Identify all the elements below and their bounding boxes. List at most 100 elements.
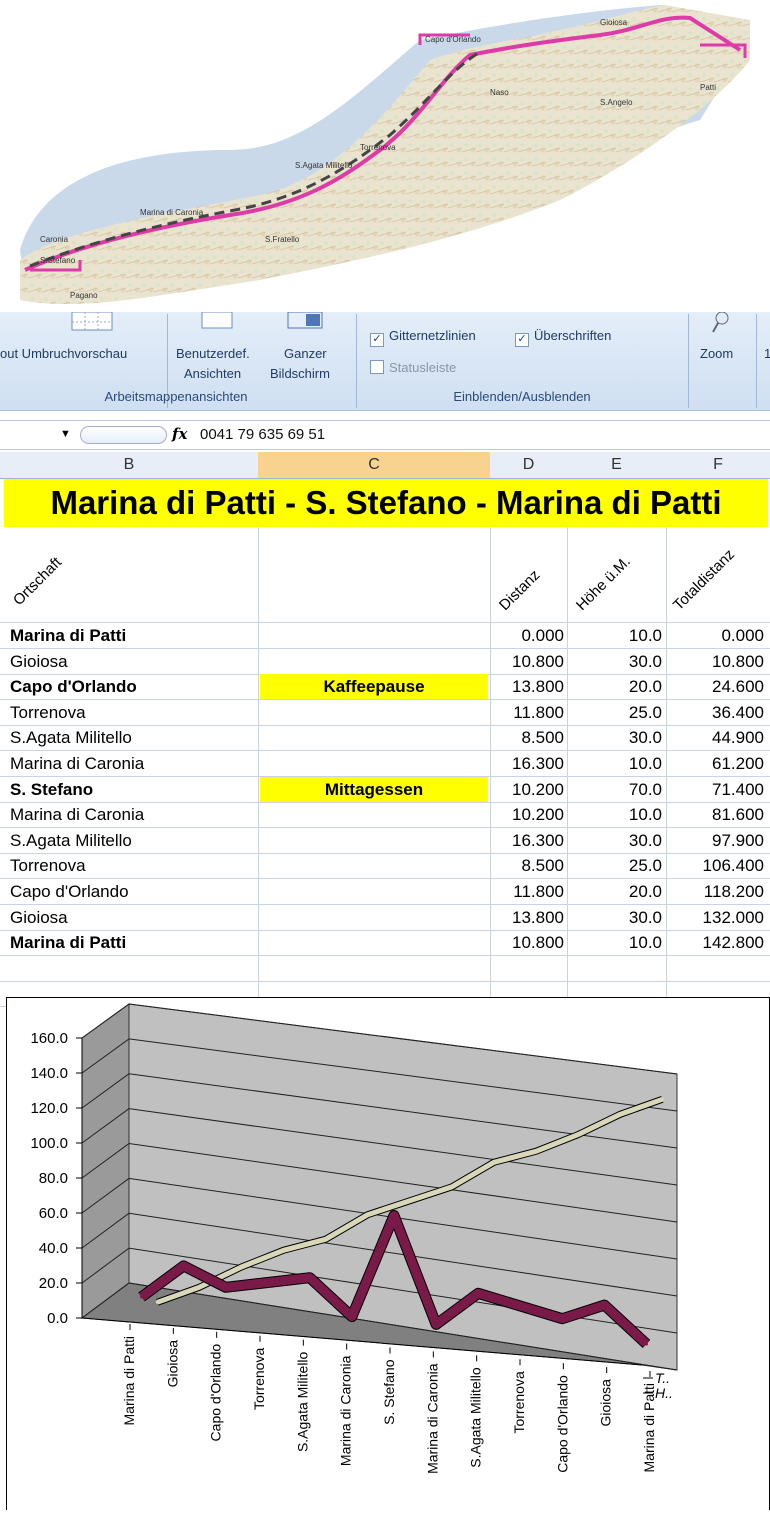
cell-totaldistanz[interactable]: 36.400 [668, 700, 764, 725]
cell-note[interactable] [260, 853, 488, 878]
cell-distanz[interactable]: 13.800 [492, 674, 564, 699]
cell-totaldistanz[interactable]: 44.900 [668, 725, 764, 750]
zoom-100-partial-label[interactable]: 1 [764, 346, 770, 361]
cell-totaldistanz[interactable]: 10.800 [668, 649, 764, 674]
cell-totaldistanz[interactable]: 81.600 [668, 802, 764, 827]
cell-totaldistanz[interactable]: 0.000 [668, 623, 764, 648]
formula-bar-slider[interactable] [80, 426, 167, 444]
cell-totaldistanz[interactable]: 97.900 [668, 828, 764, 853]
table-row[interactable]: Marina di Caronia 10.200 10.0 81.600 [0, 802, 770, 829]
column-header-e[interactable]: E [567, 452, 667, 479]
cell-ortschaft[interactable]: Capo d'Orlando [10, 674, 137, 699]
cell-ortschaft[interactable]: Marina di Patti [10, 930, 126, 955]
cell-distanz[interactable]: 10.800 [492, 930, 564, 955]
cell-ortschaft[interactable]: Torrenova [10, 853, 86, 878]
table-row[interactable]: Marina di Patti 10.800 10.0 142.800 [0, 930, 770, 957]
insert-function-icon[interactable]: fx [172, 425, 187, 443]
table-row[interactable]: S.Agata Militello 16.300 30.0 97.900 [0, 828, 770, 854]
cell-hoehe[interactable]: 10.0 [570, 623, 662, 648]
cell-distanz[interactable]: 8.500 [492, 853, 564, 878]
cell-ortschaft[interactable]: S.Agata Militello [10, 725, 132, 750]
cell-hoehe[interactable]: 30.0 [570, 725, 662, 750]
custom-views-button[interactable]: Benutzerdef. Ansichten [172, 312, 268, 390]
table-row[interactable]: Torrenova 8.500 25.0 106.400 [0, 853, 770, 880]
formula-input[interactable]: 0041 79 635 69 51 [200, 421, 325, 449]
cell-hoehe[interactable]: 20.0 [570, 879, 662, 904]
cell-hoehe[interactable]: 20.0 [570, 674, 662, 699]
cell-note[interactable]: Mittagessen [260, 776, 488, 802]
table-row[interactable]: Torrenova 11.800 25.0 36.400 [0, 700, 770, 726]
cell-distanz[interactable]: 16.300 [492, 828, 564, 853]
checkbox-statusbar[interactable]: Statusleiste [370, 360, 456, 375]
cell-hoehe[interactable]: 30.0 [570, 649, 662, 674]
cell-hoehe[interactable]: 10.0 [570, 802, 662, 827]
table-row[interactable]: Capo d'Orlando 11.800 20.0 118.200 [0, 879, 770, 905]
cell-note[interactable] [260, 623, 488, 648]
altitude-distance-chart[interactable]: 160.0 140.0 120.0 100.0 80.0 60.0 40.0 20.0 0.0 T… [6, 997, 770, 1510]
header-row[interactable]: Ortschaft Distanz Höhe ü.M. Totaldistanz [0, 527, 770, 623]
table-row[interactable]: Gioiosa 10.800 30.0 10.800 [0, 649, 770, 675]
cell-note[interactable] [260, 879, 488, 904]
cell-note[interactable] [260, 930, 488, 955]
cell-hoehe[interactable]: 30.0 [570, 905, 662, 930]
cell-totaldistanz[interactable]: 132.000 [668, 905, 764, 930]
name-box-dropdown-icon[interactable]: ▼ [60, 428, 71, 440]
cell-distanz[interactable]: 10.200 [492, 802, 564, 827]
cell-hoehe[interactable]: 25.0 [570, 853, 662, 878]
cell-note[interactable] [260, 649, 488, 674]
table-row[interactable]: S. Stefano Mittagessen 10.200 70.0 71.400 [0, 776, 770, 803]
cell-distanz[interactable]: 11.800 [492, 879, 564, 904]
cell-totaldistanz[interactable]: 61.200 [668, 751, 764, 776]
checkbox-headings[interactable]: ✓ Überschriften [515, 328, 611, 347]
cell-ortschaft[interactable]: Marina di Patti [10, 623, 126, 648]
cell-note[interactable] [260, 751, 488, 776]
cell-ortschaft[interactable]: Gioiosa [10, 649, 68, 674]
full-screen-button[interactable]: Ganzer Bildschirm [268, 312, 350, 390]
column-header-f[interactable]: F [666, 452, 770, 479]
cell-ortschaft[interactable]: Marina di Caronia [10, 802, 144, 827]
table-row[interactable]: Marina di Patti 0.000 10.0 0.000 [0, 623, 770, 649]
cell-totaldistanz[interactable]: 118.200 [668, 879, 764, 904]
table-row[interactable]: S.Agata Militello 8.500 30.0 44.900 [0, 725, 770, 752]
column-header-d[interactable]: D [490, 452, 568, 479]
cell-hoehe[interactable]: 10.0 [570, 751, 662, 776]
cell-note[interactable] [260, 725, 488, 750]
cell-ortschaft[interactable]: Capo d'Orlando [10, 879, 129, 904]
cell-totaldistanz[interactable]: 142.800 [668, 930, 764, 955]
cell-distanz[interactable]: 16.300 [492, 751, 564, 776]
cell-distanz[interactable]: 0.000 [492, 623, 564, 648]
cell-distanz[interactable]: 11.800 [492, 700, 564, 725]
cell-ortschaft[interactable]: Gioiosa [10, 905, 68, 930]
chart-point [450, 1185, 454, 1189]
cell-distanz[interactable]: 10.200 [492, 777, 564, 802]
cell-distanz[interactable]: 8.500 [492, 725, 564, 750]
cell-hoehe[interactable]: 70.0 [570, 777, 662, 802]
cell-totaldistanz[interactable]: 106.400 [668, 853, 764, 878]
cell-note[interactable] [260, 828, 488, 853]
cell-hoehe[interactable]: 10.0 [570, 930, 662, 955]
cell-ortschaft[interactable]: Torrenova [10, 700, 86, 725]
column-header-b[interactable]: B [0, 452, 259, 479]
cell-totaldistanz[interactable]: 71.400 [668, 777, 764, 802]
cell-hoehe[interactable]: 25.0 [570, 700, 662, 725]
zoom-button[interactable]: Zoom [692, 312, 752, 390]
cell-note[interactable]: Kaffeepause [260, 674, 488, 700]
column-header-c[interactable]: C [258, 452, 491, 479]
checkbox-gridlines[interactable]: ✓ Gitternetzlinien [370, 328, 476, 347]
table-row[interactable]: Capo d'Orlando Kaffeepause 13.800 20.0 24.60… [0, 674, 770, 701]
cell-ortschaft[interactable]: S.Agata Militello [10, 828, 132, 853]
cell-distanz[interactable]: 13.800 [492, 905, 564, 930]
cell-ortschaft[interactable]: S. Stefano [10, 777, 93, 802]
page-layout-button-partial[interactable]: out Umbruchvorschau [0, 312, 165, 390]
sheet-title[interactable]: Marina di Patti - S. Stefano - Marina di… [4, 479, 768, 527]
cell-note[interactable] [260, 905, 488, 930]
empty-row[interactable] [0, 956, 770, 982]
table-row[interactable]: Gioiosa 13.800 30.0 132.000 [0, 905, 770, 931]
cell-totaldistanz[interactable]: 24.600 [668, 674, 764, 699]
cell-ortschaft[interactable]: Marina di Caronia [10, 751, 144, 776]
cell-hoehe[interactable]: 30.0 [570, 828, 662, 853]
cell-note[interactable] [260, 802, 488, 827]
cell-note[interactable] [260, 700, 488, 725]
cell-distanz[interactable]: 10.800 [492, 649, 564, 674]
table-row[interactable]: Marina di Caronia 16.300 10.0 61.200 [0, 751, 770, 777]
